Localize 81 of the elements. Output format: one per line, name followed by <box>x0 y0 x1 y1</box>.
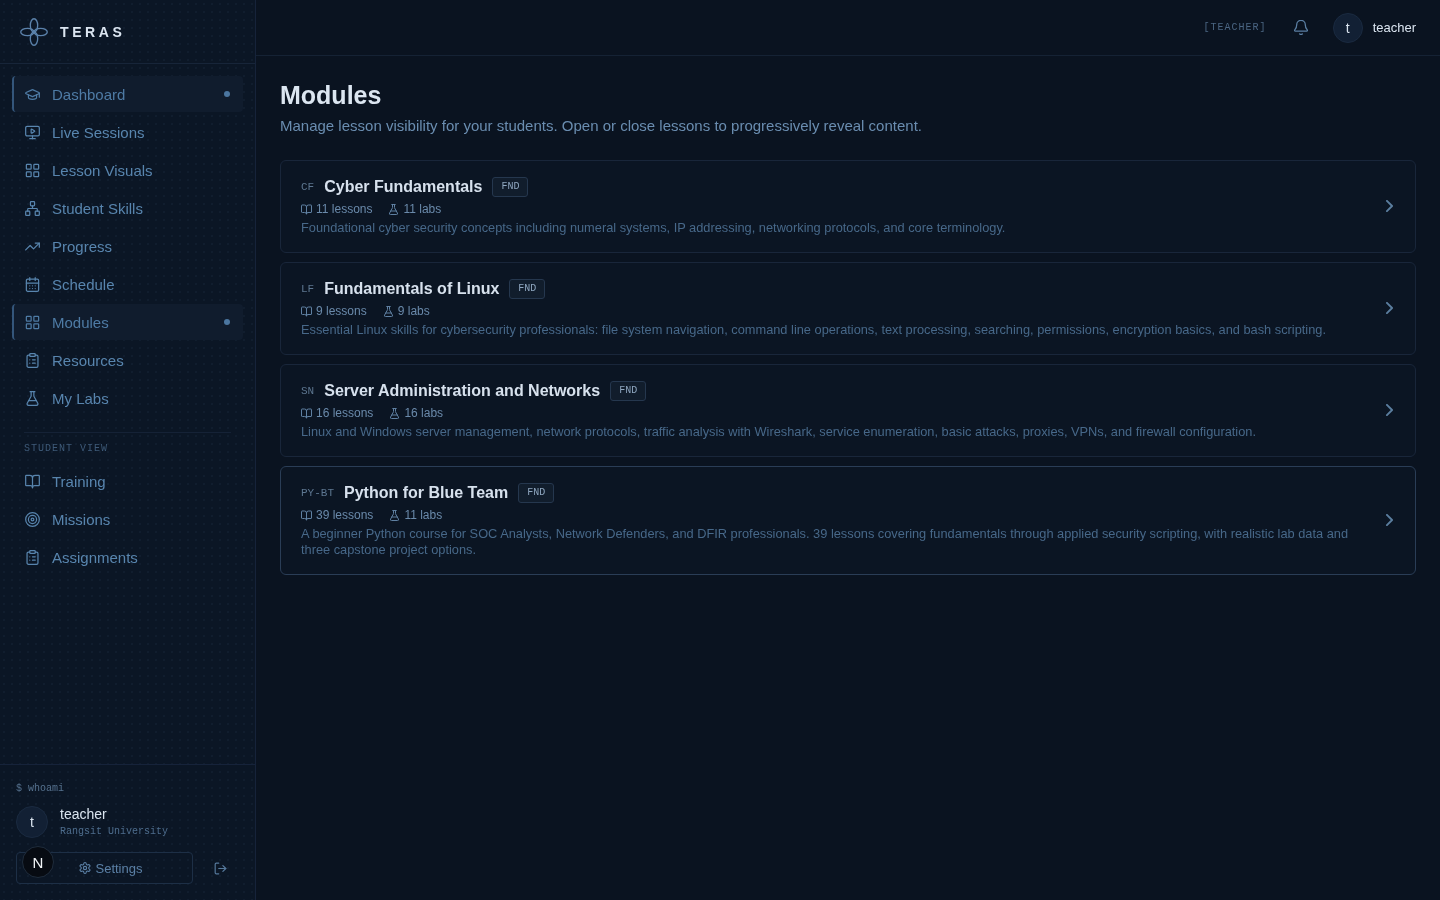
nav-item[interactable]: Live Sessions <box>12 114 243 150</box>
flower-logo-icon <box>20 17 48 46</box>
active-dot-icon <box>224 91 230 97</box>
lab-count: 11 labs <box>404 508 443 522</box>
chevron-right-icon <box>1386 514 1393 526</box>
module-title: Cyber Fundamentals <box>324 178 483 196</box>
lab-count: 11 labs <box>403 202 442 216</box>
graduation-cap-icon <box>25 86 40 102</box>
user-avatar: t <box>1332 12 1363 43</box>
target-icon <box>25 511 40 527</box>
nav-item[interactable]: Student Skills <box>12 190 243 226</box>
level-tag: FND <box>492 177 529 197</box>
module-card[interactable]: CF Cyber Fundamentals FND 11 lessons 11 labs Foundational cyber security concepts including numeral systems, IP addressing, networking protocols, and core terminology. <box>280 160 1416 253</box>
chevron-right-icon <box>1386 404 1393 416</box>
open-book-icon <box>301 305 312 317</box>
role-label: [TEACHER] <box>1203 22 1267 33</box>
active-dot-icon <box>224 319 230 325</box>
flask-icon <box>389 407 401 419</box>
chevron-right-icon <box>1386 200 1393 212</box>
module-description: Linux and Windows server management, network protocols, traffic analysis with Wireshark, service enumeration, basic attacks, proxies, VPNs, and firewall configuration. <box>301 424 1257 440</box>
brand-name: TERAS <box>60 23 126 40</box>
section-label: STUDENT VIEW <box>24 443 109 455</box>
chevron-right-icon <box>1386 302 1393 314</box>
lab-count: 16 labs <box>404 406 444 420</box>
nav-item[interactable]: Assignments <box>12 539 243 575</box>
module-description: A beginner Python course for SOC Analysts, Network Defenders, and DFIR professionals. 39 lessons covering fundamentals through applied security scripting, with realistic lab data and three capstone project options. <box>301 526 1350 558</box>
grid-icon <box>25 314 40 330</box>
module-card[interactable] <box>280 364 1416 457</box>
nav-item[interactable]: Dashboard <box>12 76 243 112</box>
module-title: Server Administration and Networks <box>324 382 601 400</box>
grid-icon <box>25 162 40 178</box>
level-tag: FND <box>610 381 647 401</box>
clipboard-icon <box>25 352 40 368</box>
user-name: teacher <box>1372 20 1416 35</box>
open-book-icon <box>301 203 312 215</box>
nav-item[interactable]: Progress <box>12 228 243 264</box>
nav-item[interactable]: Training <box>12 463 243 499</box>
nav-item[interactable]: Missions <box>12 501 243 537</box>
lab-count: 9 labs <box>397 304 430 318</box>
nav-item[interactable]: My Labs <box>12 380 243 416</box>
open-book-icon <box>301 407 312 419</box>
hierarchy-icon <box>25 200 40 216</box>
module-description: Foundational cyber security concepts including numeral systems, IP addressing, networking protocols, and core terminology. <box>301 220 1007 236</box>
user-avatar: t <box>16 806 48 838</box>
nav-item[interactable]: Schedule <box>12 266 243 302</box>
page-description: Manage lesson visibility for your students. Open or close lessons to progressively reveal content. <box>280 116 923 136</box>
prompt-text: $ whoami <box>16 782 65 796</box>
module-code: CF <box>301 181 315 193</box>
flask-icon <box>382 305 394 317</box>
level-tag: FND <box>509 279 546 299</box>
lesson-count: 11 lessons <box>316 202 373 216</box>
calendar-icon <box>25 276 40 292</box>
user-name: teacher <box>60 806 108 823</box>
module-card[interactable] <box>280 262 1416 355</box>
module-code: LF <box>301 283 315 295</box>
flask-icon <box>388 203 400 215</box>
module-title: Python for Blue Team <box>344 484 509 502</box>
page-title: Modules <box>280 80 383 110</box>
module-card[interactable] <box>280 466 1416 575</box>
floating-round-button[interactable]: N <box>22 846 54 878</box>
module-description: Essential Linux skills for cybersecurity professionals: file system navigation, command line operations, text processing, searching, permissions, encryption basics, and bash scripting. <box>301 322 1327 338</box>
module-title: Fundamentals of Linux <box>324 280 500 298</box>
level-tag: FND <box>518 483 555 503</box>
lesson-count: 9 lessons <box>316 304 367 318</box>
open-book-icon <box>301 509 312 521</box>
lesson-count: 16 lessons <box>316 406 374 420</box>
organization-name: Rangsit University <box>60 825 169 838</box>
nav-item[interactable]: Resources <box>12 342 243 378</box>
lesson-count: 39 lessons <box>316 508 374 522</box>
clipboard-icon <box>25 549 40 565</box>
module-code: SN <box>301 385 315 397</box>
flask-icon <box>25 390 40 406</box>
module-code: PY-BT <box>301 487 334 499</box>
flask-icon <box>389 509 401 521</box>
nav-item[interactable]: Modules <box>12 304 243 340</box>
monitor-play-icon <box>25 124 40 140</box>
open-book-icon <box>25 473 40 489</box>
logout-icon[interactable] <box>214 861 227 875</box>
gear-icon <box>78 862 91 874</box>
bell-icon[interactable] <box>1293 20 1308 35</box>
nav-item[interactable]: Lesson Visuals <box>12 152 243 188</box>
